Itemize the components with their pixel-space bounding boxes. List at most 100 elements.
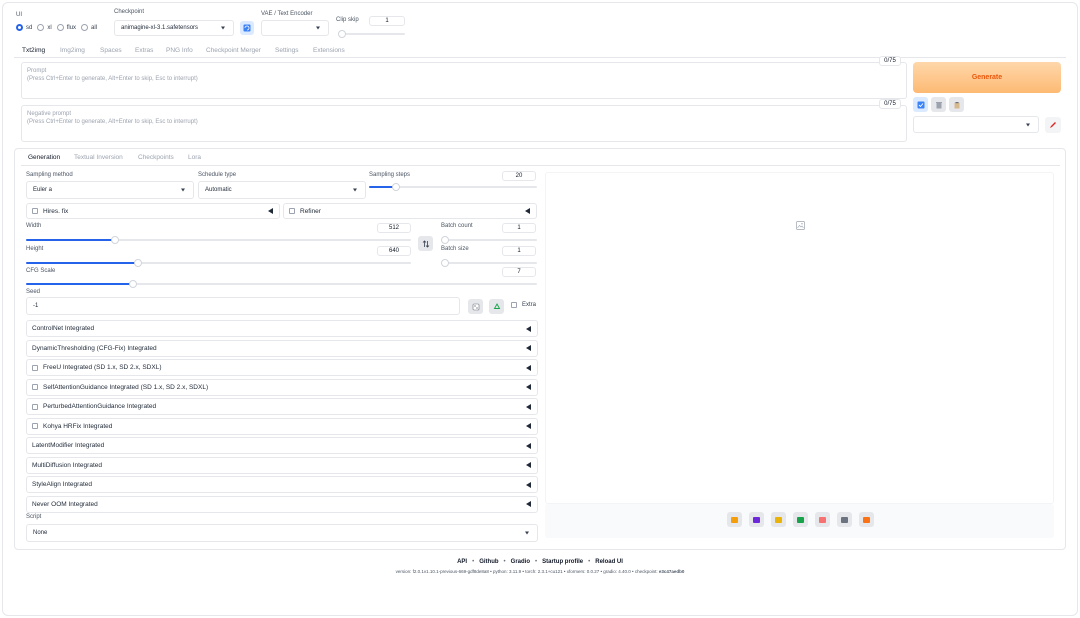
slider-thumb[interactable]	[391, 183, 400, 191]
height-slider[interactable]	[26, 259, 411, 267]
slider-thumb[interactable]	[133, 259, 142, 267]
footer-link-github[interactable]: Github	[479, 559, 498, 565]
tab-extras[interactable]: Extras	[135, 47, 153, 54]
edit-styles-button[interactable]	[1045, 117, 1061, 133]
slider-thumb[interactable]	[441, 259, 449, 267]
tab-extensions[interactable]: Extensions	[313, 47, 345, 54]
ui-radio-all[interactable]: all	[81, 24, 97, 31]
accordion-stylealign-integrated[interactable]: StyleAlign Integrated	[26, 476, 538, 493]
accordion-controlnet-integrated[interactable]: ControlNet Integrated	[26, 320, 538, 337]
slider-thumb[interactable]	[110, 236, 119, 244]
batch-count-input[interactable]: 1	[502, 223, 536, 233]
accordion-checkbox[interactable]	[32, 403, 38, 410]
cfg-scale-input[interactable]: 7	[502, 267, 536, 277]
height-label: Height	[26, 246, 44, 252]
ui-radio-sd[interactable]: sd	[16, 24, 32, 31]
batch-size-slider[interactable]	[441, 259, 537, 267]
batch-size-input[interactable]: 1	[502, 246, 536, 256]
hires-fix-accordion[interactable]: Hires. fix	[26, 203, 280, 219]
radio-button[interactable]	[56, 24, 64, 31]
styles-select[interactable]	[913, 116, 1039, 133]
palette-button[interactable]	[815, 512, 830, 527]
hires-fix-checkbox[interactable]	[32, 208, 38, 214]
random-seed-button[interactable]	[468, 299, 483, 314]
footer-link-gradio[interactable]: Gradio	[511, 559, 530, 565]
sampling-steps-input[interactable]: 20	[502, 171, 536, 181]
chevron-down-icon	[353, 188, 357, 192]
radio-button[interactable]	[16, 24, 23, 31]
slider-thumb[interactable]	[441, 236, 449, 244]
accordion-never-oom-integrated[interactable]: Never OOM Integrated	[26, 495, 538, 513]
vae-select[interactable]	[261, 20, 329, 36]
clear-prompt-button[interactable]	[931, 97, 946, 112]
collapse-arrow-icon	[268, 208, 273, 214]
accordion-perturbedattentionguidance-integrated[interactable]: PerturbedAttentionGuidance Integrated	[26, 398, 538, 415]
radio-button[interactable]	[37, 24, 45, 31]
extras-button[interactable]	[837, 512, 852, 527]
width-input[interactable]: 512	[377, 223, 411, 233]
accordion-kohya-hrfix-integrated[interactable]: Kohya HRFix Integrated	[26, 417, 538, 435]
height-input[interactable]: 640	[377, 246, 411, 256]
accordion-latentmodifier-integrated[interactable]: LatentModifier Integrated	[26, 437, 538, 454]
slider-thumb[interactable]	[338, 30, 346, 38]
checkpoint-select[interactable]: animagine-xl-3.1.safetensors	[114, 20, 234, 36]
ui-radio-label: flux	[66, 24, 77, 31]
tab-checkpoint-merger[interactable]: Checkpoint Merger	[206, 47, 261, 54]
width-slider[interactable]	[26, 236, 411, 244]
subtab-checkpoints[interactable]: Checkpoints	[138, 154, 174, 161]
footer-link-startup-profile[interactable]: Startup profile	[542, 559, 583, 565]
seed-extra-label: Extra	[522, 302, 537, 308]
apply-styles-button[interactable]	[913, 97, 928, 112]
reuse-seed-button[interactable]	[489, 299, 504, 314]
negative-prompt-textarea[interactable]: Negative prompt (Press Ctrl+Enter to gen…	[21, 105, 907, 142]
save-button[interactable]	[749, 512, 764, 527]
accordion-checkbox[interactable]	[32, 364, 38, 371]
ui-radio-flux[interactable]: flux	[56, 24, 77, 31]
folder-button[interactable]	[727, 512, 742, 527]
zip-button[interactable]	[771, 512, 786, 527]
tab-txt2img[interactable]: Txt2img	[22, 47, 45, 54]
accordion-checkbox[interactable]	[32, 423, 38, 429]
tab-png-info[interactable]: PNG Info	[166, 47, 193, 54]
generate-button[interactable]: Generate	[913, 62, 1061, 93]
seed-input[interactable]: -1	[26, 297, 460, 315]
checkpoint-value: animagine-xl-3.1.safetensors	[121, 25, 199, 31]
tab-spaces[interactable]: Spaces	[100, 47, 122, 54]
subtab-generation[interactable]: Generation	[28, 154, 60, 161]
refiner-accordion[interactable]: Refiner	[283, 203, 537, 219]
batch-count-slider[interactable]	[441, 236, 537, 244]
swap-dimensions-button[interactable]	[418, 236, 433, 251]
prompt-textarea[interactable]: Prompt (Press Ctrl+Enter to generate, Al…	[21, 62, 907, 99]
star-button[interactable]	[859, 512, 874, 527]
clip-skip-input[interactable]: 1	[369, 16, 405, 26]
footer-link-reload-ui[interactable]: Reload UI	[595, 559, 623, 565]
paste-styles-button[interactable]	[949, 97, 964, 112]
cfg-scale-slider[interactable]	[26, 280, 537, 288]
refiner-checkbox[interactable]	[289, 208, 295, 214]
subtab-lora[interactable]: Lora	[188, 154, 201, 161]
schedule-type-select[interactable]: Automatic	[198, 181, 366, 199]
sampling-method-select[interactable]: Euler a	[26, 181, 194, 199]
subtab-textual-inversion[interactable]: Textual Inversion	[74, 154, 123, 161]
tab-settings[interactable]: Settings	[275, 47, 299, 54]
collapse-arrow-icon	[526, 325, 531, 332]
refresh-checkpoint-button[interactable]	[240, 21, 254, 35]
seed-extra-toggle[interactable]: Extra	[511, 302, 536, 308]
accordion-dynamicthresholding-cfg-fix-integrated[interactable]: DynamicThresholding (CFG-Fix) Integrated	[26, 339, 538, 357]
script-select[interactable]: None	[26, 524, 538, 542]
clip-skip-slider[interactable]	[338, 30, 405, 38]
sampling-steps-slider[interactable]	[369, 183, 537, 191]
seed-extra-checkbox[interactable]	[511, 302, 517, 308]
tab-img2img[interactable]: Img2img	[60, 47, 85, 54]
accordion-label: FreeU Integrated (SD 1.x, SD 2.x, SDXL)	[43, 364, 162, 371]
accordion-freeu-integrated-sd-1-x-sd-2-x-sdxl[interactable]: FreeU Integrated (SD 1.x, SD 2.x, SDXL)	[26, 359, 538, 376]
accordion-multidiffusion-integrated[interactable]: MultiDiffusion Integrated	[26, 456, 538, 474]
radio-button[interactable]	[81, 24, 89, 31]
version-info: version: f2.0.1v1.10.1-previous-669-gdf8…	[0, 569, 1080, 574]
accordion-label: ControlNet Integrated	[32, 325, 95, 332]
accordion-selfattentionguidance-integrated-sd-1-x-sd-2-x-sdxl[interactable]: SelfAttentionGuidance Integrated (SD 1.x…	[26, 378, 538, 396]
accordion-checkbox[interactable]	[32, 384, 38, 390]
ui-radio-xl[interactable]: xl	[37, 24, 52, 31]
footer-link-api[interactable]: API	[457, 559, 467, 565]
image-send-button[interactable]	[793, 512, 808, 527]
